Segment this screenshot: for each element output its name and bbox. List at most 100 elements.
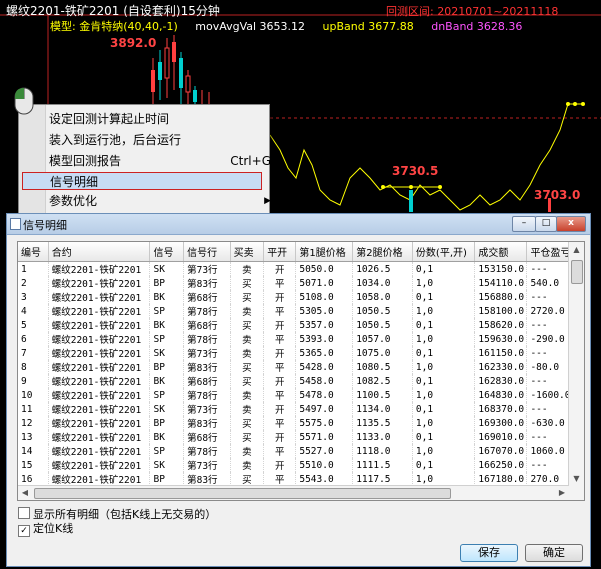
column-header[interactable]: 信号行	[183, 242, 231, 262]
table-cell: 161150.0	[474, 346, 528, 360]
scroll-up-arrow-icon[interactable]: ▲	[569, 242, 584, 257]
scroll-right-arrow-icon[interactable]: ▶	[555, 486, 569, 500]
table-cell: 平	[263, 388, 297, 402]
menu-item-model-report[interactable]: 模型回测报告 Ctrl+G	[49, 152, 271, 170]
show-all-checkbox[interactable]	[18, 507, 30, 519]
table-cell: 1,0	[412, 388, 476, 402]
table-cell: 0,1	[412, 430, 476, 444]
column-header[interactable]: 第1腿价格	[295, 242, 354, 262]
table-cell: SK	[149, 346, 185, 360]
table-row[interactable]: 18螺纹2201-铁矿2201SP第78行卖平5522.01062.51,016…	[18, 500, 584, 501]
column-header[interactable]: 第2腿价格	[352, 242, 413, 262]
table-cell: 平	[263, 416, 297, 430]
table-cell: 153150.0	[474, 261, 528, 276]
menu-item-param-optimize[interactable]: 参数优化 ▶	[49, 192, 271, 210]
vertical-scroll-thumb[interactable]	[571, 260, 583, 284]
menu-item-load-to-pool[interactable]: 装入到运行池，后台运行	[49, 131, 181, 149]
table-cell: 卖	[230, 500, 264, 501]
menu-item-label: 设定回测计算起止时间	[49, 112, 170, 126]
table-cell: BP	[149, 360, 185, 374]
table-cell: 平	[263, 332, 297, 346]
table-cell: SK	[149, 402, 185, 416]
vertical-scrollbar[interactable]: ▲ ▼	[568, 242, 584, 500]
table-cell: 4700.0	[527, 500, 584, 501]
table-row[interactable]: 4 螺纹2201-铁矿2201 SP 第78行卖平 5305.0 1050.5 1,0 158…	[18, 304, 584, 318]
locate-kline-checkbox-row[interactable]: ✓ 定位K线	[18, 520, 73, 537]
table-cell: 螺纹2201-铁矿2201	[48, 332, 151, 346]
table-cell: 5108.0	[295, 290, 354, 304]
horizontal-scrollbar[interactable]: ◀ ▶	[18, 485, 569, 500]
locate-kline-checkbox[interactable]: ✓	[18, 525, 30, 537]
horizontal-scroll-thumb[interactable]	[34, 488, 451, 499]
table-row[interactable]: 14 螺纹2201-铁矿2201 SP 第78行卖平 5527.0 1118.0 1,0 16…	[18, 444, 584, 458]
table-cell: 1135.5	[352, 416, 413, 430]
column-header[interactable]: 平开	[263, 242, 297, 262]
up-band-value: upBand 3677.88	[322, 20, 414, 33]
context-menu: 设定回测计算起止时间 装入到运行池，后台运行 模型回测报告 Ctrl+G 信号明细…	[18, 104, 271, 214]
table-cell: 158100.0	[474, 304, 528, 318]
table-row[interactable]: 1 螺纹2201-铁矿2201 SK 第73行卖开 5050.0 1026.5 0,1 153…	[18, 261, 584, 276]
table-cell: 第78行	[183, 304, 231, 318]
save-button[interactable]: 保存	[460, 544, 518, 562]
table-row[interactable]: 3 螺纹2201-铁矿2201 BK 第68行买开 5108.0 1058.0 0,1 156…	[18, 290, 584, 304]
table-cell: 开	[263, 374, 297, 388]
table-row[interactable]: 7 螺纹2201-铁矿2201 SK 第73行卖开 5365.0 1075.0 0,1 161…	[18, 346, 584, 360]
table-cell: 螺纹2201-铁矿2201	[48, 430, 151, 444]
table-cell: 5497.0	[295, 402, 354, 416]
backtest-range: 回测区间: 20210701~20211118	[386, 5, 559, 18]
table-cell: 1118.0	[352, 444, 413, 458]
table-row[interactable]: 8 螺纹2201-铁矿2201 BP 第83行买平 5428.0 1080.5 1,0 162…	[18, 360, 584, 374]
table-cell: SK	[149, 261, 185, 276]
table-cell: 154110.0	[474, 276, 528, 290]
table-row[interactable]: 6 螺纹2201-铁矿2201 SP 第78行卖平 5393.0 1057.0 1,0 159…	[18, 332, 584, 346]
column-header[interactable]: 信号	[149, 242, 185, 262]
table-row[interactable]: 11 螺纹2201-铁矿2201 SK 第73行卖开 5497.0 1134.0 0,1 16…	[18, 402, 584, 416]
table-cell: 5571.0	[295, 430, 354, 444]
table-cell: 第68行	[183, 374, 231, 388]
table-cell: 第83行	[183, 472, 231, 486]
column-header[interactable]: 合约	[48, 242, 151, 262]
table-cell: 0,1	[412, 290, 476, 304]
ok-button[interactable]: 确定	[525, 544, 583, 562]
signal-details-dialog: 信号明细 – □ x 编号 合约 信号 信号行 买卖 平开 第1腿价格 第2腿价格 份数(平,开…	[6, 213, 591, 567]
table-cell: 166250.0	[474, 458, 528, 472]
table-cell: SP	[149, 332, 185, 346]
table-row[interactable]: 5 螺纹2201-铁矿2201 BK 第68行买开 5357.0 1050.5 0,1 158…	[18, 318, 584, 332]
column-header[interactable]: 份数(平,开)	[412, 242, 476, 262]
table-row[interactable]: 2 螺纹2201-铁矿2201 BP 第83行买平 5071.0 1034.0 1,0 154…	[18, 276, 584, 290]
dialog-app-icon	[10, 218, 21, 230]
column-header[interactable]: 编号	[18, 242, 49, 262]
table-cell: 1050.5	[352, 304, 413, 318]
table-row[interactable]: 13 螺纹2201-铁矿2201 BK 第68行买开 5571.0 1133.0 0,1 16…	[18, 430, 584, 444]
table-row[interactable]: 12 螺纹2201-铁矿2201 BP 第83行买平 5575.0 1135.5 1,0 16…	[18, 416, 584, 430]
menu-item-set-backtest-range[interactable]: 设定回测计算起止时间	[49, 110, 169, 128]
maximize-button[interactable]: □	[535, 216, 557, 232]
scroll-left-arrow-icon[interactable]: ◀	[18, 486, 32, 500]
table-cell: BP	[149, 416, 185, 430]
model-label: 模型: 金肯特纳(40,40,-1)	[50, 20, 178, 33]
table-cell: 开	[263, 290, 297, 304]
column-header[interactable]: 买卖	[230, 242, 265, 262]
menu-item-signal-details[interactable]: 信号明细	[22, 172, 262, 190]
table-cell: 开	[263, 261, 297, 276]
table-cell: 0,1	[412, 402, 476, 416]
table-row[interactable]: 10 螺纹2201-铁矿2201 SP 第78行卖平 5478.0 1100.5 1,0 16…	[18, 388, 584, 402]
table-cell: 螺纹2201-铁矿2201	[48, 444, 151, 458]
table-cell: 1,0	[412, 472, 476, 486]
table-cell: 第73行	[183, 458, 231, 472]
table-cell: 5575.0	[295, 416, 354, 430]
table-cell: 买	[230, 290, 265, 304]
minimize-button[interactable]: –	[512, 216, 536, 232]
close-button[interactable]: x	[556, 216, 586, 232]
table-cell: 螺纹2201-铁矿2201	[48, 402, 151, 416]
table-cell: 第83行	[183, 416, 231, 430]
scroll-down-arrow-icon[interactable]: ▼	[569, 471, 584, 486]
table-row[interactable]: 9 螺纹2201-铁矿2201 BK 第68行买开 5458.0 1082.5 0,1 162…	[18, 374, 584, 388]
table-cell: 螺纹2201-铁矿2201	[48, 318, 151, 332]
column-header[interactable]: 成交额	[474, 242, 528, 262]
table-row[interactable]: 15 螺纹2201-铁矿2201 SK 第73行卖开 5510.0 1111.5 0,1 16…	[18, 458, 584, 472]
table-cell: 买	[230, 374, 265, 388]
table-row[interactable]: 16 螺纹2201-铁矿2201 BP 第83行买平 5543.0 1117.5 1,0 16…	[18, 472, 584, 486]
dialog-titlebar[interactable]: 信号明细 – □ x	[7, 214, 590, 235]
table-cell: 螺纹2201-铁矿2201	[48, 261, 151, 276]
